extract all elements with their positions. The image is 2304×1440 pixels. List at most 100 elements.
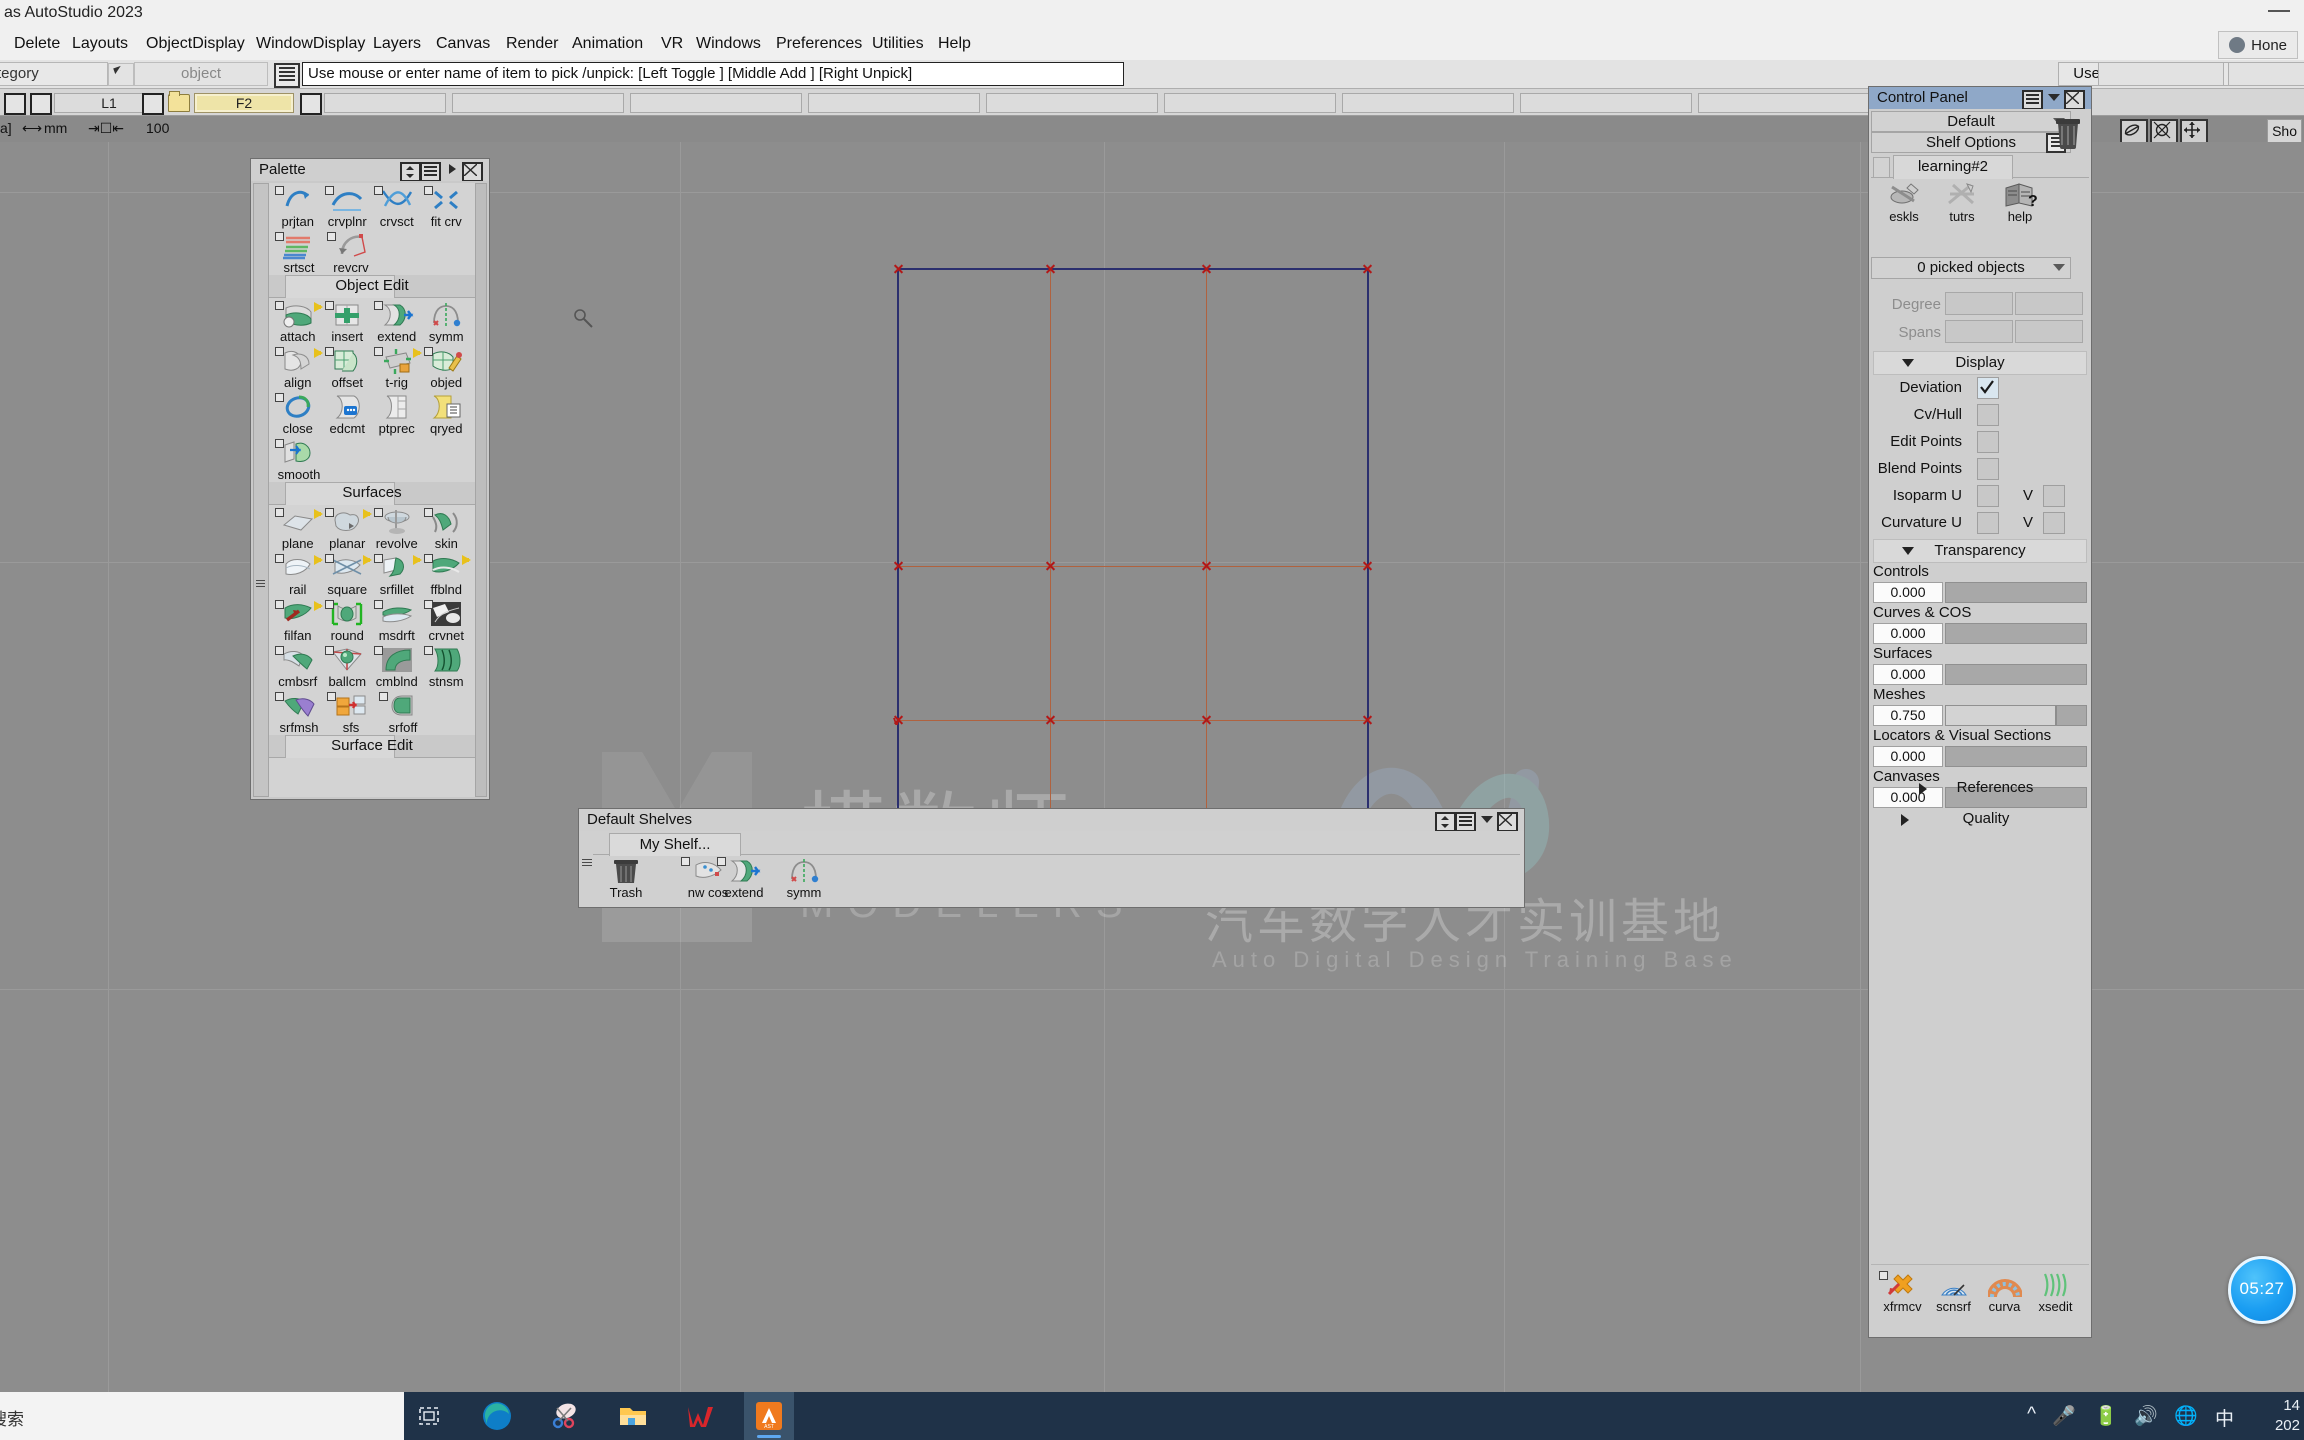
shelf-tab-my-shelf[interactable]: My Shelf... (609, 833, 741, 856)
layer-slot-f2[interactable]: F2 (194, 93, 294, 113)
display-option-checkbox[interactable] (1977, 485, 1999, 507)
slider-track[interactable] (1945, 705, 2087, 726)
cp-shelf-item-eskls[interactable]: eskls (1875, 181, 1933, 224)
option-box-icon[interactable] (374, 347, 383, 356)
display-group-header[interactable]: Display (1873, 351, 2087, 375)
palette-item-msdrft[interactable]: msdrft (372, 600, 422, 643)
option-box-icon[interactable] (423, 600, 433, 609)
palette-item-ffblnd[interactable]: ffblnd (422, 554, 471, 597)
palette-item-extend[interactable]: extend (372, 301, 422, 344)
menu-preferences[interactable]: Preferences (770, 32, 868, 56)
chevron-up-icon[interactable]: ^ (2027, 1404, 2036, 1426)
layer-slot-11[interactable] (1698, 93, 1870, 113)
battery-icon[interactable]: 🔋 (2094, 1404, 2118, 1428)
palette-item-filfan[interactable]: filfan (273, 600, 323, 643)
option-box-icon[interactable] (374, 508, 383, 517)
cp-bottom-item-curva[interactable]: curva (1979, 1271, 2030, 1314)
palette-gutter[interactable] (253, 183, 269, 797)
slider-track[interactable] (1945, 746, 2087, 767)
chevron-right-icon[interactable] (363, 555, 372, 565)
edge-browser-icon[interactable] (480, 1399, 514, 1433)
display-option-checkbox[interactable] (1977, 512, 1999, 534)
window-minimize-button[interactable] (2268, 10, 2290, 12)
chevron-right-icon[interactable] (412, 555, 422, 565)
control-panel-window[interactable]: Control Panel Default Shelf Options lear… (1868, 86, 2092, 1338)
palette-item-round[interactable]: round (323, 600, 373, 643)
control-vertex[interactable] (1362, 715, 1373, 726)
tab-learning-2[interactable]: learning#2 (1893, 155, 2013, 179)
menu-utilities[interactable]: Utilities (866, 32, 930, 56)
layer-slot-8[interactable] (1164, 93, 1336, 113)
option-box-icon[interactable] (327, 232, 336, 241)
layer-checkbox-2[interactable] (142, 93, 164, 115)
right-slot-1[interactable] (2098, 62, 2224, 86)
option-box-icon[interactable] (423, 554, 433, 563)
control-vertex[interactable] (1045, 264, 1056, 275)
object-field[interactable]: object (134, 62, 268, 86)
layer-slot-10[interactable] (1520, 93, 1692, 113)
shelves-resize-button[interactable] (1435, 812, 1456, 832)
palette-item-square[interactable]: square (323, 554, 372, 597)
control-panel-titlebar[interactable]: Control Panel (1869, 87, 2091, 110)
option-box-icon[interactable] (275, 393, 284, 402)
palette-scrollbar[interactable] (475, 183, 487, 797)
shelves-close-button[interactable] (1497, 812, 1518, 832)
shelves-menu-icon[interactable] (1455, 812, 1476, 832)
palette-grip-icon[interactable] (256, 578, 265, 587)
option-box-icon[interactable] (1879, 1271, 1888, 1280)
slider-value[interactable]: 0.000 (1873, 664, 1943, 685)
wps-office-icon[interactable] (684, 1399, 718, 1433)
palette-item-edcmt[interactable]: edcmt (323, 393, 373, 436)
palette-item-cmbsrf[interactable]: cmbsrf (273, 646, 323, 689)
palette-item-srfillet[interactable]: srfillet (372, 554, 422, 597)
palette-item-objed[interactable]: objed (422, 347, 472, 390)
palette-item-close[interactable]: close (273, 393, 323, 436)
trash-icon[interactable] (2049, 113, 2087, 151)
option-box-icon[interactable] (275, 186, 284, 195)
option-box-icon[interactable] (275, 232, 284, 241)
palette-close-button[interactable] (462, 162, 483, 182)
layer-visibility-checkbox[interactable] (4, 93, 26, 115)
palette-item-revcrv[interactable]: revcrv (325, 232, 377, 275)
cp-shelf-item-help[interactable]: ? help (1991, 181, 2049, 224)
option-box-icon[interactable] (324, 301, 334, 310)
transparency-group-header[interactable]: Transparency (1873, 539, 2087, 563)
option-box-icon[interactable] (324, 646, 334, 655)
palette-item-insert[interactable]: insert (323, 301, 373, 344)
pick-cursor-icon[interactable] (108, 63, 134, 86)
palette-item-planar[interactable]: planar (323, 508, 372, 551)
menu-layers[interactable]: Layers (367, 32, 427, 56)
clock-widget[interactable]: 05:27 (2228, 1256, 2296, 1324)
spans-input-v[interactable] (2015, 320, 2083, 343)
show-button[interactable]: Sho (2267, 119, 2302, 143)
network-offline-icon[interactable]: 🌐 (2174, 1404, 2198, 1428)
option-box-icon[interactable] (374, 600, 383, 609)
option-box-icon[interactable] (324, 186, 334, 195)
palette-item-align[interactable]: align (273, 347, 323, 390)
shelf-options-button[interactable]: Shelf Options (1871, 132, 2071, 153)
chevron-right-icon[interactable] (313, 348, 323, 358)
search-box[interactable]: 搜索 (0, 1392, 404, 1440)
palette-item-attach[interactable]: attach (273, 301, 323, 344)
palette-item-sfs[interactable]: sfs (325, 692, 377, 735)
palette-item-smooth[interactable]: smooth (273, 439, 325, 482)
layer-slot-9[interactable] (1342, 93, 1514, 113)
control-panel-close-button[interactable] (2064, 90, 2085, 110)
layer-slot-3[interactable] (324, 93, 446, 113)
category-field[interactable]: tegory (0, 62, 108, 86)
option-box-icon[interactable] (275, 646, 284, 655)
palette-titlebar[interactable]: Palette (251, 159, 489, 182)
option-box-icon[interactable] (275, 600, 284, 609)
option-box-icon[interactable] (374, 646, 383, 655)
menu-layouts[interactable]: Layouts (66, 32, 134, 56)
control-panel-collapse-icon[interactable] (2046, 90, 2063, 106)
microphone-icon[interactable]: 🎤 (2052, 1404, 2076, 1428)
option-box-icon[interactable] (374, 186, 383, 195)
option-box-icon[interactable] (717, 857, 726, 866)
cp-shelf-item-tutrs[interactable]: tutrs (1933, 181, 1991, 224)
layer-slot-7[interactable] (986, 93, 1158, 113)
option-box-icon[interactable] (374, 554, 383, 563)
control-vertex[interactable] (1201, 715, 1212, 726)
option-box-icon[interactable] (275, 508, 284, 517)
option-box-icon[interactable] (275, 301, 284, 310)
